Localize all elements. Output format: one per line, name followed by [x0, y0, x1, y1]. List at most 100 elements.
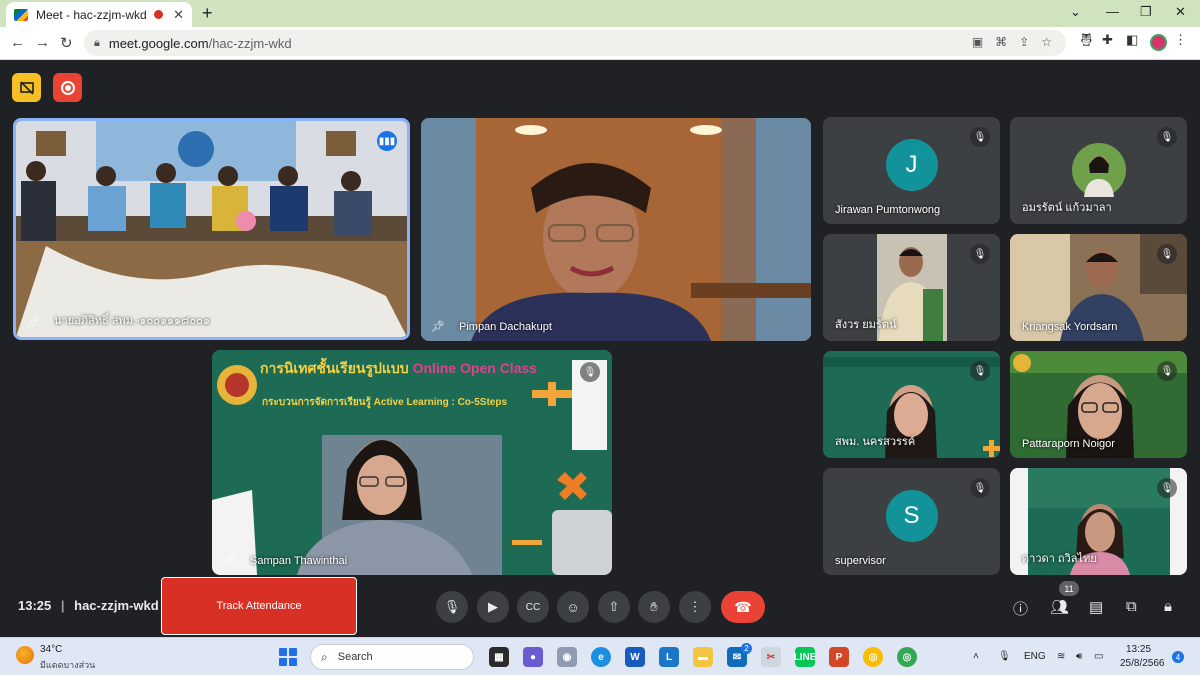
bookmark-star-icon[interactable]: ☆: [1041, 35, 1052, 49]
browser-toolbar: ← → ↻ 🔒︎ meet.google.com/hac-zzjm-wkd ▣ …: [0, 27, 1200, 60]
leave-call-button[interactable]: ☎: [721, 591, 765, 623]
tab-search-icon[interactable]: ⌄: [1070, 4, 1081, 20]
minimize-icon[interactable]: —: [1106, 4, 1119, 19]
volume-icon[interactable]: 🔊︎: [1076, 651, 1082, 662]
pin-icon[interactable]: 📌︎: [26, 316, 40, 329]
profile-avatar[interactable]: [1150, 34, 1167, 51]
chat-icon[interactable]: ▤: [1089, 598, 1103, 616]
present-button[interactable]: ⇧: [598, 591, 630, 623]
raise-hand-button[interactable]: ✋︎: [638, 591, 670, 623]
extension-icon[interactable]: 🦉︎: [1078, 32, 1095, 48]
extensions-puzzle-icon[interactable]: ✚: [1102, 32, 1113, 48]
slide-subtitle: กระบวนการจัดการเรียนรู้ Active Learning …: [262, 397, 508, 408]
notification-badge[interactable]: 4: [1172, 651, 1184, 663]
mic-off-icon: 🎙︎: [970, 127, 990, 147]
chrome-menu-icon[interactable]: ⋮: [1174, 32, 1187, 48]
participant-name: Pimpan Dachakupt: [459, 321, 552, 333]
mic-off-icon: 🎙︎: [970, 361, 990, 381]
tile-supervisor[interactable]: S 🎙︎ supervisor: [823, 468, 1000, 575]
windows-start-icon[interactable]: [279, 648, 297, 666]
camera-permission-icon[interactable]: ▣: [972, 35, 983, 49]
participant-name: Jirawan Pumtonwong: [835, 204, 941, 216]
close-window-icon[interactable]: ✕: [1175, 4, 1186, 20]
share-icon[interactable]: ⇪: [1019, 35, 1029, 49]
microphone-tray-icon[interactable]: 🎙︎: [998, 651, 1011, 662]
phone-hangup-icon: ☎: [734, 598, 752, 615]
address-bar[interactable]: 🔒︎ meet.google.com/hac-zzjm-wkd ▣ ⌘ ⇪ ☆: [84, 30, 1066, 56]
forward-icon[interactable]: →: [35, 34, 50, 51]
speaking-indicator-icon: ▮▮▮: [377, 131, 397, 151]
hand-icon: ✋︎: [650, 599, 658, 614]
recording-indicator-icon: [154, 10, 164, 19]
close-tab-icon[interactable]: ✕: [173, 7, 184, 23]
taskbar-search[interactable]: ⌕ Search: [310, 644, 474, 670]
reactions-button[interactable]: ☺: [557, 591, 589, 623]
more-options-button[interactable]: ⋮: [679, 591, 711, 623]
tile-meeting-room[interactable]: ▮▮▮ 📌︎ นายอภิสิทธิ์ สพม.-๑๐๐๑๑๑๘๐๐๑: [13, 118, 410, 340]
microphone-button[interactable]: 🎙︎: [436, 591, 468, 623]
participant-name: อมรรัตน์ แก้วมาลา: [1022, 202, 1112, 214]
mail-badge: 2: [741, 643, 752, 654]
file-explorer-icon[interactable]: ▬: [693, 647, 713, 667]
weather-temperature[interactable]: 34°C: [40, 644, 62, 655]
lexi-app-icon[interactable]: L: [659, 647, 679, 667]
tile-kriangsak[interactable]: 🎙︎ Kriangsak Yordsarn: [1010, 234, 1187, 341]
task-view-icon[interactable]: ▦: [489, 647, 509, 667]
meeting-room-video: [16, 121, 407, 337]
tile-dao[interactable]: 🎙︎ ดาวดา ถวิลไทย: [1010, 468, 1187, 575]
mic-off-icon: 🎙︎: [970, 244, 990, 264]
chrome-icon[interactable]: ◎: [863, 647, 883, 667]
weather-description[interactable]: มีแดดบางส่วน: [40, 658, 95, 672]
screen-off-icon: [19, 80, 34, 95]
reload-icon[interactable]: ↻: [60, 34, 73, 52]
battery-icon[interactable]: ▭: [1094, 651, 1103, 662]
taskbar-time[interactable]: 13:25: [1126, 644, 1151, 655]
pin-icon[interactable]: 📌︎: [431, 320, 445, 333]
pimpan-video: [421, 118, 811, 341]
tile-pattaraporn[interactable]: 🎙︎ Pattaraporn Noigor: [1010, 351, 1187, 458]
pin-icon[interactable]: 📌︎: [222, 554, 236, 567]
word-icon[interactable]: W: [625, 647, 645, 667]
tile-amornrat[interactable]: 🎙︎ อมรรัตน์ แก้วมาลา: [1010, 117, 1187, 224]
camera-button[interactable]: ▶: [477, 591, 509, 623]
meeting-info-icon[interactable]: ⓘ: [1013, 598, 1028, 619]
recording-button[interactable]: [53, 73, 82, 102]
camera-app-icon[interactable]: ◉: [557, 647, 577, 667]
restore-icon[interactable]: ❐: [1140, 4, 1152, 20]
present-screen-icon: ⇧: [608, 599, 620, 614]
side-panel-icon[interactable]: ◧: [1126, 32, 1138, 48]
participant-name: supervisor: [835, 555, 886, 567]
show-hidden-icons-icon[interactable]: ˄: [973, 651, 979, 662]
translate-icon[interactable]: ⌘: [995, 35, 1007, 49]
activities-icon[interactable]: ⧉: [1126, 598, 1137, 615]
edge-browser-icon[interactable]: e: [591, 647, 611, 667]
chrome-profile-icon[interactable]: ◎: [897, 647, 917, 667]
avatar: [1072, 143, 1126, 197]
browser-tab-meet[interactable]: Meet - hac-zzjm-wkd ✕: [6, 2, 192, 27]
mic-off-icon: 🎙︎: [1157, 361, 1177, 381]
powerpoint-icon[interactable]: P: [829, 647, 849, 667]
track-attendance-button[interactable]: Track Attendance: [161, 577, 357, 635]
tile-spm-nakhonsawan[interactable]: 🎙︎ สพม. นครสวรรค์: [823, 351, 1000, 458]
line-app-icon[interactable]: LINE: [794, 647, 816, 667]
participant-name: ดาวดา ถวิลไทย: [1022, 553, 1097, 565]
participant-name: สังวร ยมรัตน์: [835, 319, 897, 331]
people-icon[interactable]: 👥︎: [1050, 598, 1069, 616]
language-indicator[interactable]: ENG: [1024, 651, 1046, 662]
tile-pimpan[interactable]: 📌︎ Pimpan Dachakupt: [421, 118, 811, 341]
companion-mode-button[interactable]: [12, 73, 41, 102]
tile-sangwon[interactable]: 🎙︎ สังวร ยมรัตน์: [823, 234, 1000, 341]
snipping-tool-icon[interactable]: ✂: [761, 647, 781, 667]
new-tab-button[interactable]: +: [202, 3, 213, 24]
back-icon[interactable]: ←: [10, 34, 25, 51]
host-controls-icon[interactable]: 🔒︎: [1164, 598, 1172, 615]
slide-title: การนิเทศชั้นเรียนรูปแบบ Online Open Clas…: [260, 358, 537, 380]
taskbar-date[interactable]: 25/8/2566: [1120, 658, 1165, 669]
tile-jirawan[interactable]: J 🎙︎ Jirawan Pumtonwong: [823, 117, 1000, 224]
participant-name: Pattaraporn Noigor: [1022, 438, 1115, 450]
captions-button[interactable]: CC: [517, 591, 549, 623]
weather-sun-icon[interactable]: [16, 646, 34, 664]
wifi-icon[interactable]: ≋: [1057, 651, 1065, 662]
tile-sampan-presentation[interactable]: การนิเทศชั้นเรียนรูปแบบ Online Open Clas…: [212, 350, 612, 575]
teams-chat-icon[interactable]: ●: [523, 647, 543, 667]
